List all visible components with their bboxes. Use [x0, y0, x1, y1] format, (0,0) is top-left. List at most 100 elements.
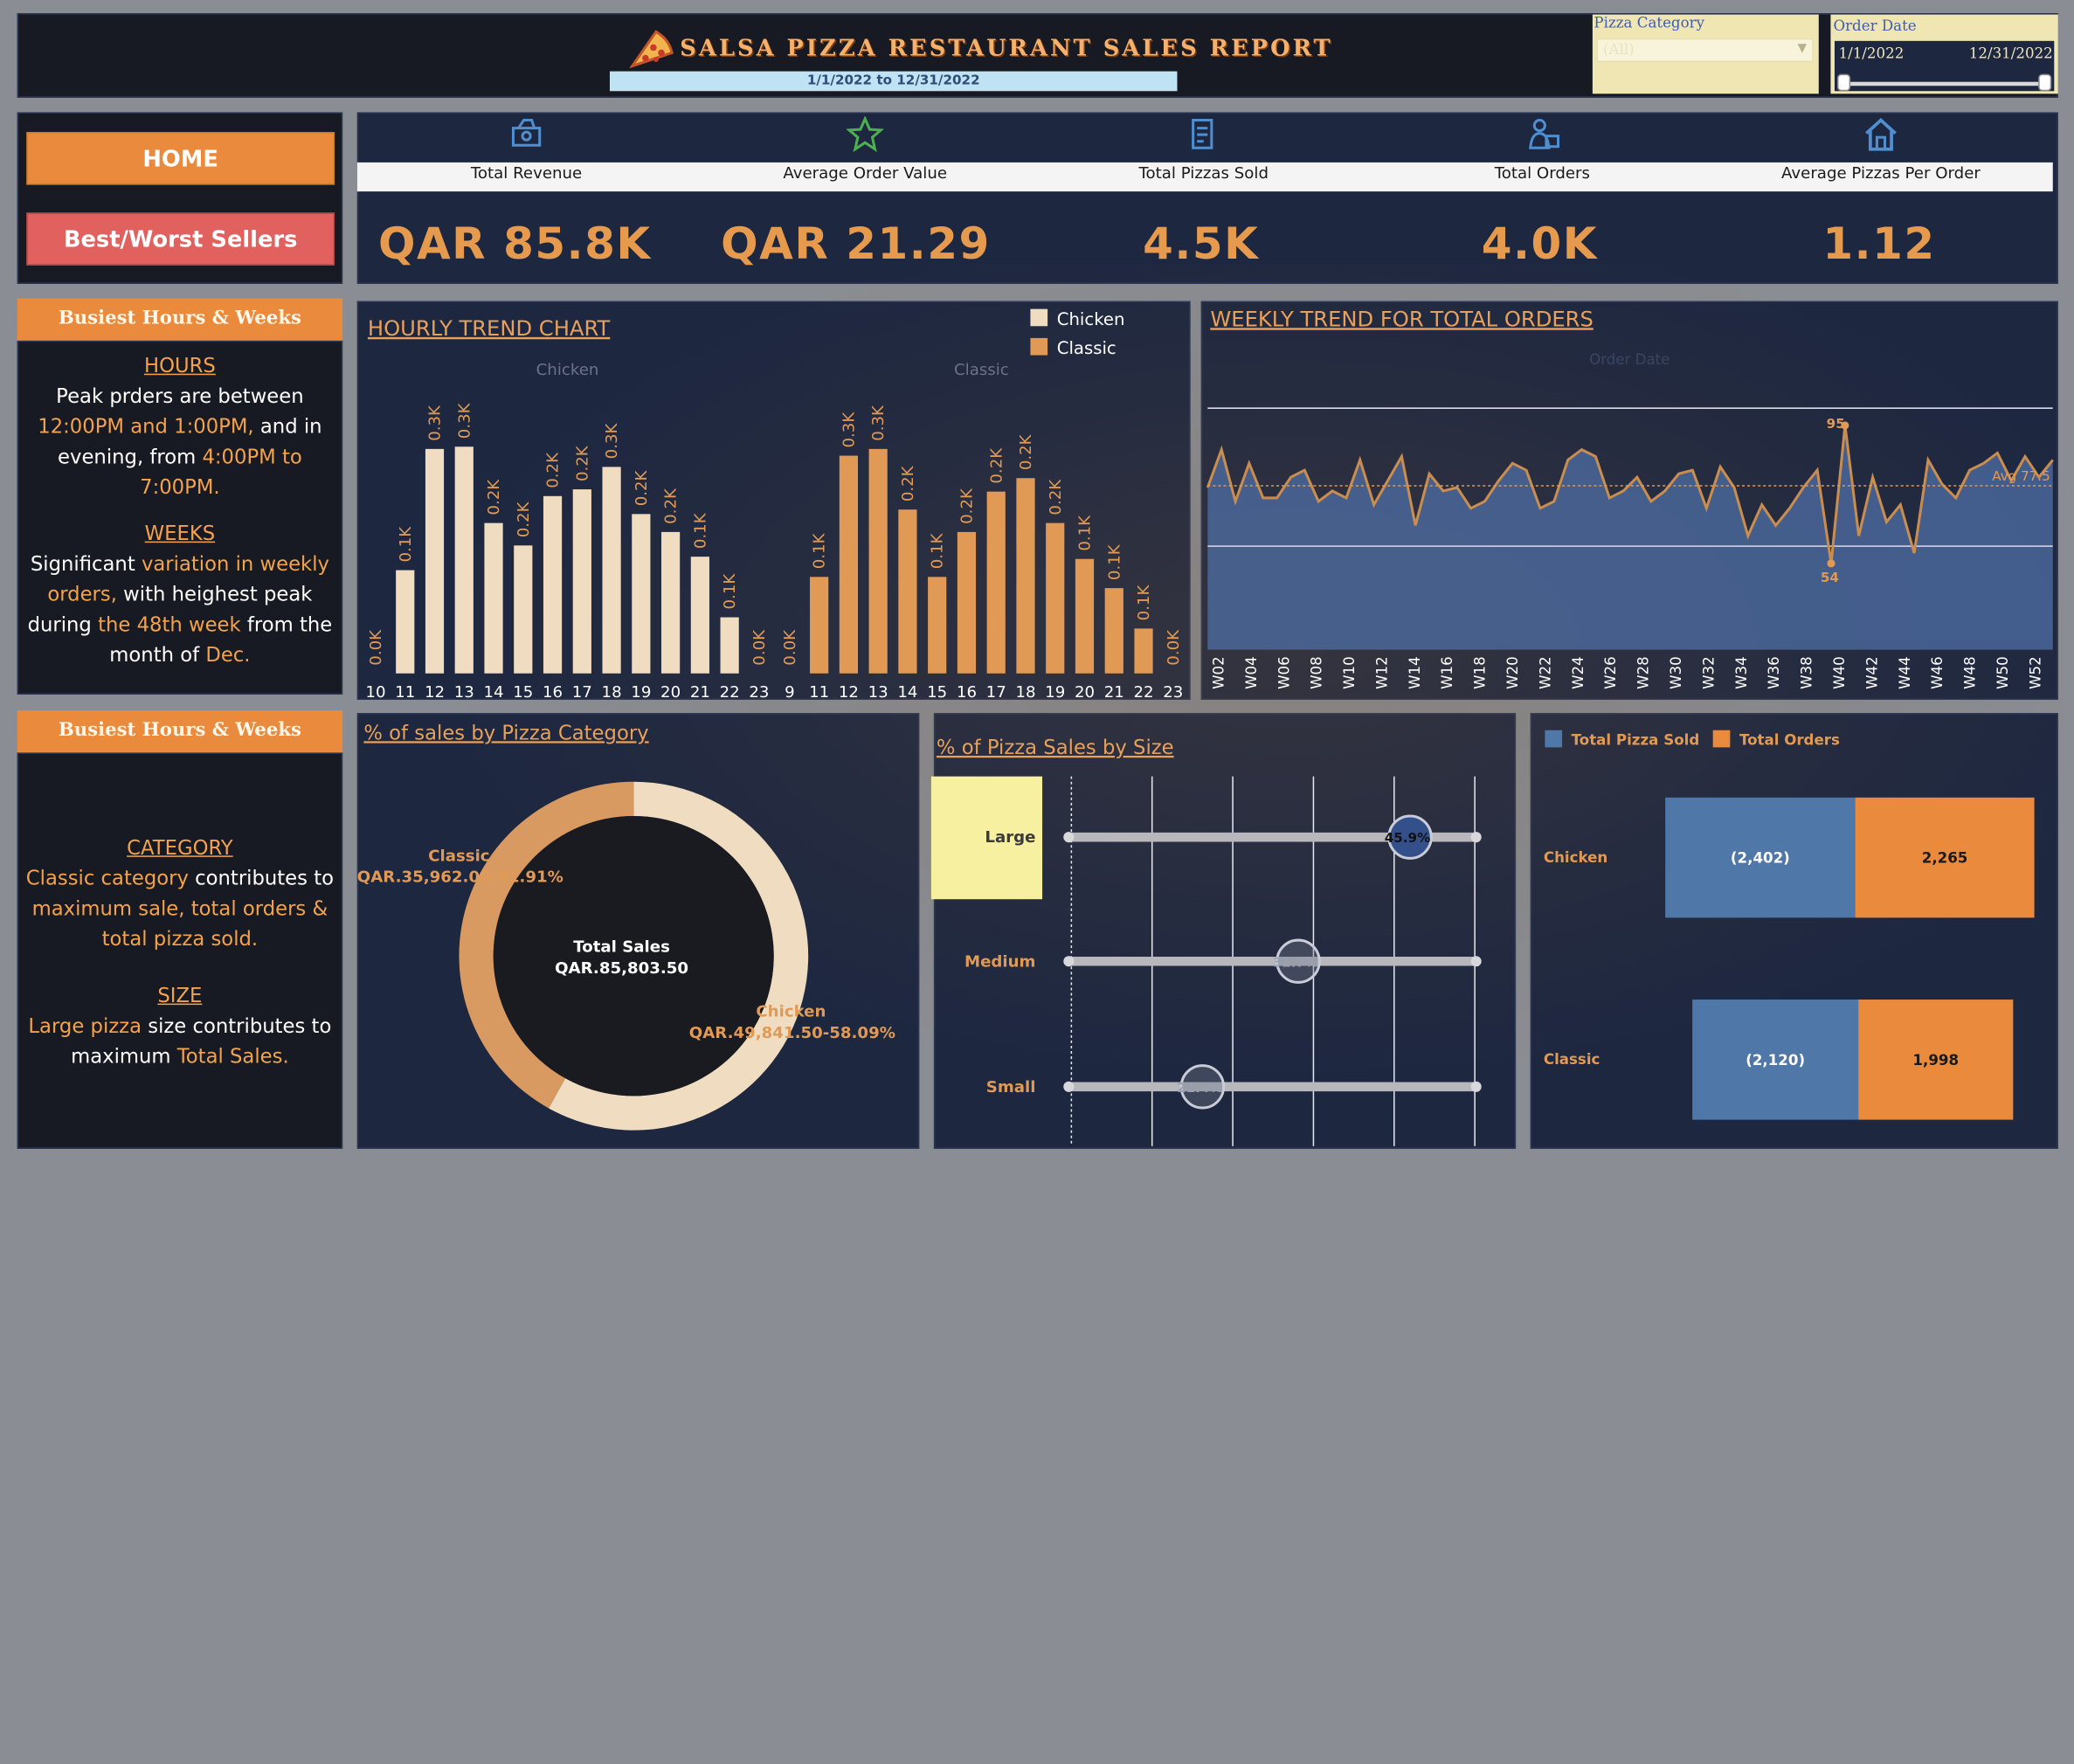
hourly-data-label: 0.1K [1105, 543, 1123, 580]
hourly-tick-label: 12 [425, 683, 445, 702]
hourly-bar [928, 577, 947, 674]
orders-value: 2,265 [1922, 850, 1968, 867]
legend-label-orders: Total Orders [1739, 731, 1840, 748]
panel-header-chicken: Chicken [536, 361, 599, 379]
pie-label-chicken-value: QAR.49,841.50-58.09% [689, 1024, 895, 1042]
hourly-data-label: 0.2K [544, 452, 563, 488]
hourly-tick-label: 23 [1163, 683, 1183, 702]
hourly-tick-label: 9 [785, 683, 795, 702]
hourly-data-label: 0.0K [1165, 629, 1183, 666]
hourly-data-label: 0.1K [691, 512, 709, 549]
weekly-tick-label: W08 [1309, 656, 1325, 689]
hourly-tick-label: 23 [749, 683, 769, 702]
category-bar-label: Chicken [1544, 849, 1607, 866]
weekly-tick-label: W32 [1700, 656, 1717, 689]
hourly-bar [661, 531, 681, 674]
hourly-bar [868, 448, 888, 674]
size-track-start [1063, 956, 1075, 967]
weekly-tick-label: W36 [1766, 656, 1782, 689]
hourly-data-label: 0.2K [1047, 479, 1065, 515]
hourly-tick-label: 18 [1015, 683, 1035, 702]
hourly-bar [1016, 478, 1035, 674]
weekly-tick-label: W38 [1799, 656, 1815, 689]
weekly-reference-label: Avg 77.5 [1992, 468, 2050, 484]
hourly-bar [839, 455, 859, 674]
size-chart-title: % of Pizza Sales by Size [937, 737, 1174, 759]
hourly-tick-label: 19 [1045, 683, 1065, 702]
hourly-data-label: 0.2K [515, 501, 533, 537]
hourly-data-label: 0.2K [957, 488, 976, 524]
hourly-data-label: 0.1K [811, 532, 829, 569]
pie-label-chicken-name: Chicken [756, 1003, 826, 1021]
hourly-tick-label: 21 [1104, 683, 1124, 702]
hourly-tick-label: 16 [543, 683, 563, 702]
hourly-data-label: 0.1K [397, 526, 415, 563]
hourly-data-label: 0.1K [929, 532, 947, 569]
orders-value: 1,998 [1912, 1052, 1959, 1069]
weekly-tick-label: W28 [1635, 656, 1652, 689]
size-value-label: 32.7% [1273, 954, 1318, 970]
weekly-min-label: 54 [1821, 570, 1839, 585]
hourly-tick-label: 13 [868, 683, 888, 702]
panel-header-classic: Classic [954, 361, 1009, 379]
weekly-tick-label: W42 [1863, 656, 1880, 689]
weekly-tick-label: W52 [2027, 656, 2043, 689]
weekly-tick-label: W16 [1439, 656, 1455, 689]
size-track-end [1470, 832, 1482, 843]
charts-canvas: HOURLY TREND CHART Chicken Classic Chicken 0… [357, 307, 2054, 1146]
weekly-tick-label: W04 [1243, 656, 1260, 689]
weekly-chart-title: WEEKLY TREND FOR TOTAL ORDERS [1210, 307, 1594, 331]
pie-center-label: Total Sales [573, 938, 670, 957]
legend-label-classic: Classic [1057, 338, 1117, 358]
size-category-label: Medium [964, 952, 1035, 971]
weekly-tick-label: W44 [1897, 656, 1913, 689]
weekly-max-label: 95 [1827, 416, 1845, 432]
hourly-data-label: 0.1K [721, 573, 739, 610]
hourly-chart-title: HOURLY TREND CHART [368, 316, 611, 341]
hourly-bar [690, 557, 709, 674]
weekly-tick-label: W46 [1929, 656, 1946, 689]
pie-label-classic-name: Classic [428, 847, 489, 865]
hourly-bar [986, 491, 1006, 674]
weekly-tick-label: W40 [1831, 656, 1848, 689]
hourly-bar [1134, 628, 1153, 674]
hourly-tick-label: 15 [927, 683, 947, 702]
hourly-tick-label: 12 [839, 683, 859, 702]
hourly-bar [484, 522, 503, 674]
hourly-bar [454, 446, 474, 674]
pie-label-classic-value: QAR.35,962.00-41.91% [357, 868, 563, 887]
hourly-data-label: 0.2K [987, 447, 1006, 484]
hourly-bar [425, 448, 445, 674]
weekly-tick-label: W14 [1407, 656, 1423, 689]
hourly-bar [1104, 588, 1123, 674]
hourly-tick-label: 11 [395, 683, 415, 702]
pizza-sold-value: (2,120) [1746, 1052, 1805, 1069]
size-category-label: Small [986, 1078, 1036, 1096]
pizza-sold-value: (2,402) [1731, 850, 1790, 867]
size-track-start [1063, 1081, 1075, 1092]
hourly-data-label: 0.2K [1017, 433, 1035, 470]
hourly-tick-label: 13 [454, 683, 474, 702]
hourly-tick-label: 22 [720, 683, 740, 702]
weekly-chart-subtitle: Order Date [1589, 351, 1670, 368]
size-value-label: 45.9% [1385, 830, 1430, 846]
hourly-tick-label: 14 [483, 683, 503, 702]
size-value-label: 21.4% [1177, 1080, 1222, 1096]
hourly-tick-label: 17 [986, 683, 1006, 702]
weekly-tick-label: W50 [1994, 656, 2011, 689]
hourly-data-label: 0.2K [662, 488, 681, 524]
hourly-bar [602, 467, 621, 674]
weekly-tick-label: W26 [1602, 656, 1619, 689]
size-track-end [1470, 1081, 1482, 1092]
hourly-tick-label: 18 [602, 683, 622, 702]
weekly-tick-label: W10 [1341, 656, 1358, 689]
hourly-tick-label: 17 [572, 683, 592, 702]
size-track-start [1063, 832, 1075, 843]
weekly-area [1207, 425, 2053, 650]
hourly-data-label: 0.1K [1135, 585, 1153, 621]
hourly-data-label: 0.3K [603, 423, 621, 460]
pie-chart-title: % of sales by Pizza Category [363, 722, 648, 744]
weekly-min-point [1827, 559, 1835, 568]
hourly-bar [514, 545, 533, 674]
weekly-tick-label: W22 [1537, 656, 1553, 689]
